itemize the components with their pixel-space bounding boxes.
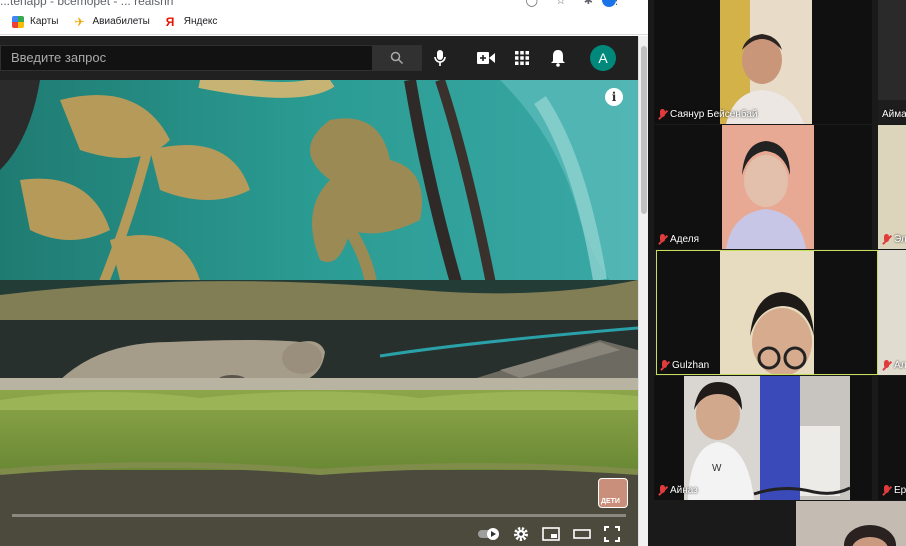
participant-video: W	[654, 376, 872, 500]
scrollbar-thumb[interactable]	[641, 46, 647, 214]
autoplay-toggle-icon	[478, 528, 499, 540]
participant-tile[interactable]: Аделя	[654, 125, 872, 249]
maps-icon	[12, 15, 24, 28]
participant-tile[interactable]: Саянур Бейсенбай	[654, 0, 872, 124]
mic-muted-icon	[882, 360, 891, 371]
player-controls	[0, 514, 638, 546]
participant-tile[interactable]	[796, 501, 906, 546]
participant-name: Ал	[894, 360, 906, 371]
participant-name: Ер	[894, 485, 906, 496]
create-button[interactable]	[474, 46, 498, 70]
participant-video	[654, 125, 872, 249]
video-call-gallery: Саянур Бейсенбай Аймa Аделя Эл Gulzhan А…	[648, 0, 906, 546]
bookmarks-bar: Карты ✈ Авиабилеты Я Яндекс	[0, 9, 648, 35]
fullscreen-button[interactable]	[604, 524, 620, 544]
video-info-icon[interactable]: i	[605, 88, 623, 106]
apps-grid-icon	[515, 51, 529, 65]
bookmark-label: Карты	[30, 16, 59, 27]
participant-name: Саянур Бейсенбай	[670, 109, 758, 120]
bookmark-label: Авиабилеты	[92, 16, 150, 27]
svg-text:W: W	[712, 463, 722, 474]
video-frame	[0, 80, 638, 546]
miniplayer-icon	[542, 527, 560, 541]
participant-name-tag: Айназ	[658, 485, 698, 496]
notifications-button[interactable]	[546, 46, 570, 70]
apps-button[interactable]	[510, 46, 534, 70]
channel-logo-text: ДЕТИ	[601, 498, 620, 505]
mic-muted-icon	[658, 485, 667, 496]
search-icon	[390, 51, 404, 65]
yandex-icon: Я	[165, 14, 175, 29]
browser-window: ...tenapp - bcemopet - ... realshri ◯ ☆ …	[0, 0, 648, 546]
mic-muted-icon	[882, 234, 891, 245]
star-icon[interactable]: ☆	[556, 0, 566, 7]
participant-name-tag: Gulzhan	[660, 360, 709, 371]
participant-name: Аделя	[670, 234, 699, 245]
theater-mode-icon	[573, 529, 591, 539]
channel-watermark[interactable]: ДЕТИ	[598, 478, 628, 508]
participant-tile-active-speaker[interactable]: Gulzhan	[656, 250, 878, 375]
participant-tile-no-video[interactable]: Ер	[878, 376, 906, 500]
settings-button[interactable]	[513, 524, 529, 544]
participant-name-tag: Саянур Бейсенбай	[658, 109, 758, 120]
fullscreen-icon	[604, 526, 620, 542]
participant-tile[interactable]: W Айназ	[654, 376, 872, 500]
mic-muted-icon	[658, 109, 667, 120]
url-text[interactable]: ...tenapp - bcemopet - ... realshri	[0, 0, 173, 8]
participant-tile[interactable]: Эл	[878, 125, 906, 249]
create-video-icon	[477, 52, 495, 64]
miniplayer-button[interactable]	[542, 524, 560, 544]
bookmark-label: Яндекс	[183, 16, 218, 27]
notifications-bell-icon	[551, 50, 565, 67]
participant-video	[878, 0, 906, 124]
extensions-icon[interactable]: ✱	[584, 0, 593, 7]
mic-icon	[434, 50, 446, 66]
account-avatar[interactable]: A	[590, 45, 616, 71]
theater-mode-button[interactable]	[573, 524, 591, 544]
youtube-header: Введите запрос A	[0, 36, 638, 80]
participant-name-tag: Ал	[882, 360, 906, 371]
participant-name-tag: Ер	[882, 485, 906, 496]
page-scrollbar[interactable]	[638, 36, 648, 546]
mic-muted-icon	[882, 485, 891, 496]
address-bar[interactable]: ...tenapp - bcemopet - ... realshri ◯ ☆ …	[0, 0, 648, 9]
participant-video	[796, 501, 906, 546]
participant-name: Gulzhan	[672, 360, 710, 371]
participant-name: Айназ	[670, 485, 698, 496]
video-player[interactable]: i ДЕТИ	[0, 80, 638, 546]
search-input[interactable]: Введите запрос	[0, 45, 372, 71]
participant-video	[654, 0, 872, 124]
mic-muted-icon	[660, 360, 669, 371]
search-button[interactable]	[372, 45, 422, 71]
bookmark-flights[interactable]: ✈ Авиабилеты	[75, 16, 150, 28]
participant-tile[interactable]: Ал	[878, 250, 906, 375]
participant-name: Эл	[894, 234, 906, 245]
participant-name-tag: Аймa	[882, 109, 906, 120]
participant-video	[656, 250, 878, 375]
bookmark-yandex[interactable]: Я Яндекс	[166, 16, 218, 28]
bookmark-maps[interactable]: Карты	[12, 15, 59, 28]
participant-name-tag: Эл	[882, 234, 906, 245]
mic-muted-icon	[658, 234, 667, 245]
participant-name: Аймa	[882, 109, 906, 120]
progress-bar[interactable]	[12, 514, 626, 517]
info-icon[interactable]: ◯	[526, 0, 538, 7]
autoplay-toggle[interactable]	[478, 524, 502, 544]
plane-icon: ✈	[74, 14, 85, 29]
participant-name-tag: Аделя	[658, 234, 699, 245]
mic-button[interactable]	[428, 46, 452, 70]
participant-video	[878, 250, 906, 375]
settings-gear-icon	[514, 527, 528, 541]
participant-tile[interactable]: Аймa	[878, 0, 906, 124]
participant-video	[878, 125, 906, 249]
